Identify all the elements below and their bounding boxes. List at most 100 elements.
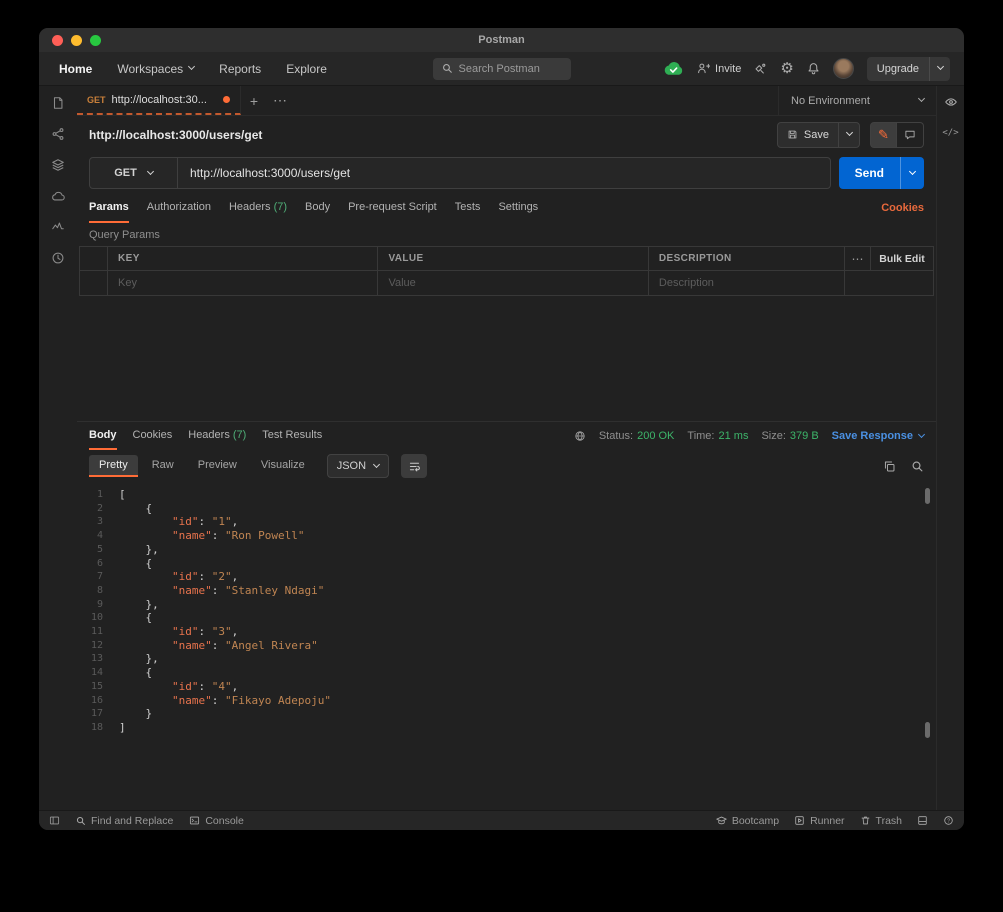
sidebar-toggle-icon[interactable] [49, 815, 60, 826]
tab-settings[interactable]: Settings [498, 193, 538, 223]
global-search[interactable] [432, 57, 571, 80]
find-and-replace-button[interactable]: Find and Replace [76, 815, 173, 827]
documentation-eye-icon[interactable] [944, 95, 958, 109]
line-content: "id": "4", [171, 679, 239, 693]
settings-gear-icon[interactable]: ⚙ [780, 61, 793, 76]
request-tab[interactable]: GET http://localhost:30... [77, 86, 241, 115]
select-all-cell[interactable] [80, 247, 108, 271]
environments-icon[interactable] [50, 157, 66, 173]
column-header-value: VALUE [378, 247, 649, 271]
nav-actions: Invite ⚙ Upgrade [663, 56, 950, 81]
tab-body[interactable]: Body [305, 193, 330, 223]
save-options-button[interactable] [839, 123, 859, 147]
response-headers-count: (7) [232, 429, 247, 441]
invite-button[interactable]: Invite [697, 62, 741, 75]
apis-icon[interactable] [50, 126, 66, 142]
code-line: 14 { [77, 666, 936, 680]
code-line: 1[ [77, 488, 936, 502]
chevron-down-icon [917, 430, 926, 438]
tab-authorization[interactable]: Authorization [147, 193, 211, 223]
nav-reports[interactable]: Reports [219, 62, 261, 76]
tab-options-button[interactable]: ⋯ [267, 86, 293, 115]
view-tab-pretty[interactable]: Pretty [89, 455, 138, 477]
monitors-icon[interactable] [50, 219, 66, 235]
scrollbar-thumb[interactable] [925, 488, 930, 504]
method-selector[interactable]: GET [90, 158, 178, 188]
minimize-window-button[interactable] [71, 34, 82, 46]
tab-pre-request-script[interactable]: Pre-request Script [348, 193, 437, 223]
bootcamp-button[interactable]: Bootcamp [716, 815, 779, 827]
wrap-lines-button[interactable] [401, 454, 428, 478]
more-actions-icon[interactable]: ⋯ [845, 247, 871, 270]
value-input[interactable]: Value [378, 271, 649, 295]
history-icon[interactable] [50, 250, 66, 266]
panel-toggle-icon[interactable] [917, 815, 928, 826]
response-tab-cookies[interactable]: Cookies [133, 422, 173, 450]
nav-home[interactable]: Home [59, 62, 92, 76]
environment-label: No Environment [791, 94, 870, 107]
view-tab-visualize[interactable]: Visualize [251, 455, 315, 477]
tab-params[interactable]: Params [89, 193, 129, 223]
runner-label: Runner [810, 814, 845, 827]
search-input[interactable] [458, 62, 562, 75]
view-tab-raw[interactable]: Raw [142, 455, 184, 477]
trash-button[interactable]: Trash [860, 815, 902, 827]
bulk-edit-button[interactable]: Bulk Edit [871, 247, 933, 270]
mock-servers-icon[interactable] [50, 188, 66, 204]
description-input[interactable]: Description [649, 271, 845, 295]
row-checkbox-cell[interactable] [80, 271, 108, 295]
save-response-button[interactable]: Save Response [832, 430, 926, 442]
key-input[interactable]: Key [108, 271, 379, 295]
globe-icon[interactable] [574, 430, 586, 442]
send-button[interactable]: Send [838, 157, 924, 189]
nav-explore[interactable]: Explore [286, 62, 327, 76]
line-content: { [119, 611, 153, 625]
code-line: 8 "name": "Stanley Ndagi" [77, 584, 936, 598]
line-number: 12 [90, 639, 103, 651]
tab-tests[interactable]: Tests [455, 193, 481, 223]
avatar[interactable] [832, 58, 854, 79]
comment-icon[interactable] [897, 121, 924, 148]
response-tab-test-results[interactable]: Test Results [262, 422, 322, 450]
headers-count: (7) [273, 201, 288, 213]
scrollbar-thumb[interactable] [925, 722, 930, 738]
response-tab-body[interactable]: Body [89, 422, 117, 450]
nav-workspaces[interactable]: Workspaces [117, 62, 196, 76]
save-button[interactable]: Save [776, 121, 860, 148]
cookies-link[interactable]: Cookies [881, 202, 924, 214]
help-icon[interactable]: ? [943, 815, 954, 826]
console-button[interactable]: Console [189, 815, 244, 827]
line-number: 11 [90, 626, 103, 638]
tab-headers[interactable]: Headers (7) [229, 193, 287, 223]
chevron-down-icon [188, 62, 196, 71]
line-content: [ [119, 488, 126, 501]
url-input[interactable] [178, 158, 830, 188]
bootcamp-icon [716, 815, 727, 826]
code-line: 7 "id": "2", [77, 570, 936, 584]
edit-pencil-icon[interactable]: ✎ [870, 121, 897, 148]
line-content: { [119, 501, 153, 515]
chevron-down-icon [936, 62, 944, 71]
network-satellite-icon[interactable] [754, 62, 767, 75]
window-controls [52, 28, 101, 52]
environment-selector[interactable]: No Environment [778, 86, 936, 115]
trash-label: Trash [875, 814, 902, 827]
request-tab-title: http://localhost:30... [111, 93, 207, 106]
collections-icon[interactable] [50, 95, 66, 111]
language-selector[interactable]: JSON [326, 454, 390, 478]
notifications-bell-icon[interactable] [807, 62, 820, 75]
upgrade-button[interactable]: Upgrade [866, 56, 950, 81]
zoom-window-button[interactable] [90, 34, 101, 46]
view-tab-preview[interactable]: Preview [188, 455, 247, 477]
response-tab-headers[interactable]: Headers (7) [188, 422, 246, 450]
request-builder: GET Send [77, 153, 936, 193]
new-tab-button[interactable]: + [241, 86, 267, 115]
search-in-body-icon[interactable] [911, 460, 924, 473]
copy-icon[interactable] [883, 460, 896, 473]
response-body-viewer[interactable]: 1[2 {3 "id": "1", 4 "name": "Ron Powell" 5… [77, 482, 936, 810]
close-window-button[interactable] [52, 34, 63, 46]
send-options-button[interactable] [900, 157, 924, 189]
runner-button[interactable]: Runner [794, 814, 845, 827]
code-snippet-icon[interactable]: </> [942, 128, 958, 138]
sync-status-icon[interactable] [663, 61, 684, 76]
